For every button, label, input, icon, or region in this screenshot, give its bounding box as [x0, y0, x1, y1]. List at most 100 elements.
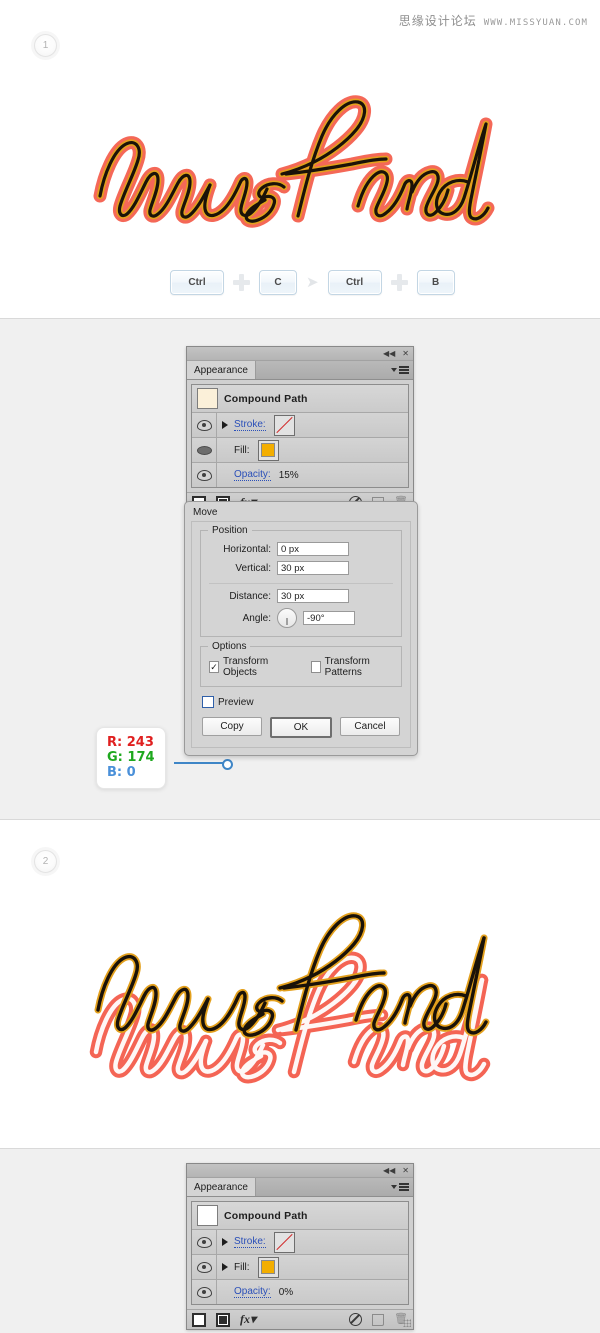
position-separator: [209, 583, 393, 584]
move-dialog[interactable]: Move Position Horizontal: 0 px Vertical:…: [184, 501, 418, 756]
eye-icon: [196, 1286, 212, 1298]
stroke-swatch-none[interactable]: [273, 414, 295, 436]
stroke-row[interactable]: Stroke:: [192, 413, 408, 438]
artwork-mustard-step2: [88, 902, 513, 1102]
panel-footer: fx▾ 🗑: [187, 1309, 413, 1329]
stroke-label-cell: Stroke:: [232, 1231, 408, 1253]
clear-appearance-icon[interactable]: [349, 1313, 363, 1326]
angle-dial[interactable]: [277, 608, 297, 628]
fill-label[interactable]: Fill:: [234, 445, 250, 456]
horizontal-input[interactable]: 0 px: [277, 542, 349, 556]
fill-swatch[interactable]: [257, 439, 279, 461]
panel-menu-button[interactable]: [391, 1178, 413, 1196]
fill-visibility-toggle[interactable]: [192, 1255, 217, 1279]
stroke-label-cell: Stroke:: [232, 414, 408, 436]
stroke-swatch-none[interactable]: [273, 1231, 295, 1253]
eye-icon: [196, 1236, 212, 1248]
hamburger-icon: [399, 366, 409, 374]
preview-option[interactable]: Preview: [202, 696, 402, 708]
object-header-row: Compound Path: [192, 1202, 408, 1230]
duplicate-item-icon[interactable]: [372, 1313, 385, 1326]
fill-visibility-toggle[interactable]: [192, 438, 217, 462]
fill-label[interactable]: Fill:: [234, 1262, 250, 1273]
distance-row: Distance: 30 px: [209, 589, 393, 603]
close-panel-icon[interactable]: ✕: [402, 349, 409, 358]
appearance-panel-top[interactable]: ◀◀ ✕ Appearance Compound Path Stroke: Fi…: [186, 346, 414, 513]
transform-patterns-checkbox[interactable]: [310, 661, 321, 673]
preview-checkbox[interactable]: [202, 696, 214, 708]
vertical-input[interactable]: 30 px: [277, 561, 349, 575]
options-legend: Options: [208, 641, 251, 652]
add-new-fill-icon[interactable]: [216, 1312, 230, 1327]
object-type-label: Compound Path: [224, 392, 308, 405]
opacity-label-cell: Opacity: 15%: [232, 469, 408, 481]
collapse-panel-icon[interactable]: ◀◀: [383, 349, 395, 358]
options-row: ✓ Transform Objects Transform Patterns: [209, 656, 393, 678]
cancel-button[interactable]: Cancel: [340, 717, 400, 736]
watermark-cn-text: 思缘设计论坛: [398, 14, 477, 28]
key-b[interactable]: B: [416, 270, 455, 295]
copy-button[interactable]: Copy: [202, 717, 262, 736]
transform-patterns-label: Transform Patterns: [324, 656, 370, 678]
key-ctrl-1[interactable]: Ctrl: [170, 270, 224, 295]
opacity-visibility-toggle[interactable]: [192, 1280, 217, 1304]
fill-swatch[interactable]: [257, 1256, 279, 1278]
transform-patterns-option[interactable]: Transform Patterns: [310, 656, 393, 678]
opacity-row[interactable]: Opacity: 15%: [192, 463, 408, 487]
angle-row: Angle: -90°: [209, 608, 393, 628]
key-ctrl-2[interactable]: Ctrl: [327, 270, 382, 295]
opacity-label[interactable]: Opacity:: [234, 469, 271, 481]
step-badge-1: 1: [34, 34, 57, 57]
eye-icon: [196, 419, 212, 431]
step-badge-1-number: 1: [42, 40, 49, 51]
distance-input[interactable]: 30 px: [277, 589, 349, 603]
appearance-panel-bottom[interactable]: ◀◀ ✕ Appearance Compound Path Stroke: Fi…: [186, 1163, 414, 1330]
stroke-visibility-toggle[interactable]: [192, 1230, 217, 1254]
stroke-label[interactable]: Stroke:: [234, 1236, 266, 1248]
panel-menu-button[interactable]: [391, 361, 413, 379]
opacity-label[interactable]: Opacity:: [234, 1286, 271, 1298]
stroke-visibility-toggle[interactable]: [192, 413, 217, 437]
object-type-label: Compound Path: [224, 1209, 308, 1222]
then-arrow-icon: ➤: [306, 274, 319, 291]
position-legend: Position: [208, 525, 252, 536]
ok-button[interactable]: OK: [270, 717, 332, 738]
add-new-stroke-icon[interactable]: [192, 1312, 206, 1327]
key-c[interactable]: C: [259, 270, 297, 295]
keyboard-shortcut-row: Ctrl C ➤ Ctrl B: [170, 270, 455, 295]
collapse-panel-icon[interactable]: ◀◀: [383, 1166, 395, 1175]
object-thumbnail: [197, 1205, 218, 1226]
fx-icon[interactable]: fx▾: [240, 1312, 256, 1327]
tab-appearance[interactable]: Appearance: [187, 361, 256, 379]
appearance-rows: Compound Path Stroke:: [191, 384, 409, 488]
distance-label: Distance:: [229, 590, 271, 602]
opacity-visibility-toggle[interactable]: [192, 463, 217, 487]
fill-expand-toggle[interactable]: [217, 1263, 232, 1271]
angle-input[interactable]: -90°: [303, 611, 355, 625]
opacity-value[interactable]: 15%: [279, 470, 299, 481]
opacity-value[interactable]: 0%: [279, 1287, 293, 1298]
fill-swatch-color: [261, 443, 276, 457]
transform-objects-checkbox[interactable]: ✓: [209, 661, 220, 673]
fill-label-cell: Fill:: [232, 439, 408, 461]
move-dialog-title: Move: [193, 507, 218, 518]
resize-grip-icon[interactable]: [403, 1319, 411, 1327]
close-panel-icon[interactable]: ✕: [402, 1166, 409, 1175]
transform-objects-label: Transform Objects: [223, 656, 269, 678]
stroke-label[interactable]: Stroke:: [234, 419, 266, 431]
appearance-rows: Compound Path Stroke:: [191, 1201, 409, 1305]
site-watermark: 思缘设计论坛 WWW.MISSYUAN.COM: [399, 12, 588, 29]
opacity-row[interactable]: Opacity: 0%: [192, 1280, 408, 1304]
stroke-expand-toggle[interactable]: [217, 421, 232, 429]
chevron-down-icon: [391, 1185, 397, 1189]
stroke-row[interactable]: Stroke:: [192, 1230, 408, 1255]
transform-objects-option[interactable]: ✓ Transform Objects: [209, 656, 289, 678]
stroke-expand-toggle[interactable]: [217, 1238, 232, 1246]
rgb-g-value: G: 174: [107, 750, 155, 765]
horizontal-row: Horizontal: 0 px: [209, 542, 393, 556]
fill-row[interactable]: Fill:: [192, 1255, 408, 1280]
callout-leader-dot: [222, 759, 233, 770]
tab-appearance[interactable]: Appearance: [187, 1178, 256, 1196]
fill-row[interactable]: Fill:: [192, 438, 408, 463]
artwork-mustard-step1: [90, 88, 510, 233]
